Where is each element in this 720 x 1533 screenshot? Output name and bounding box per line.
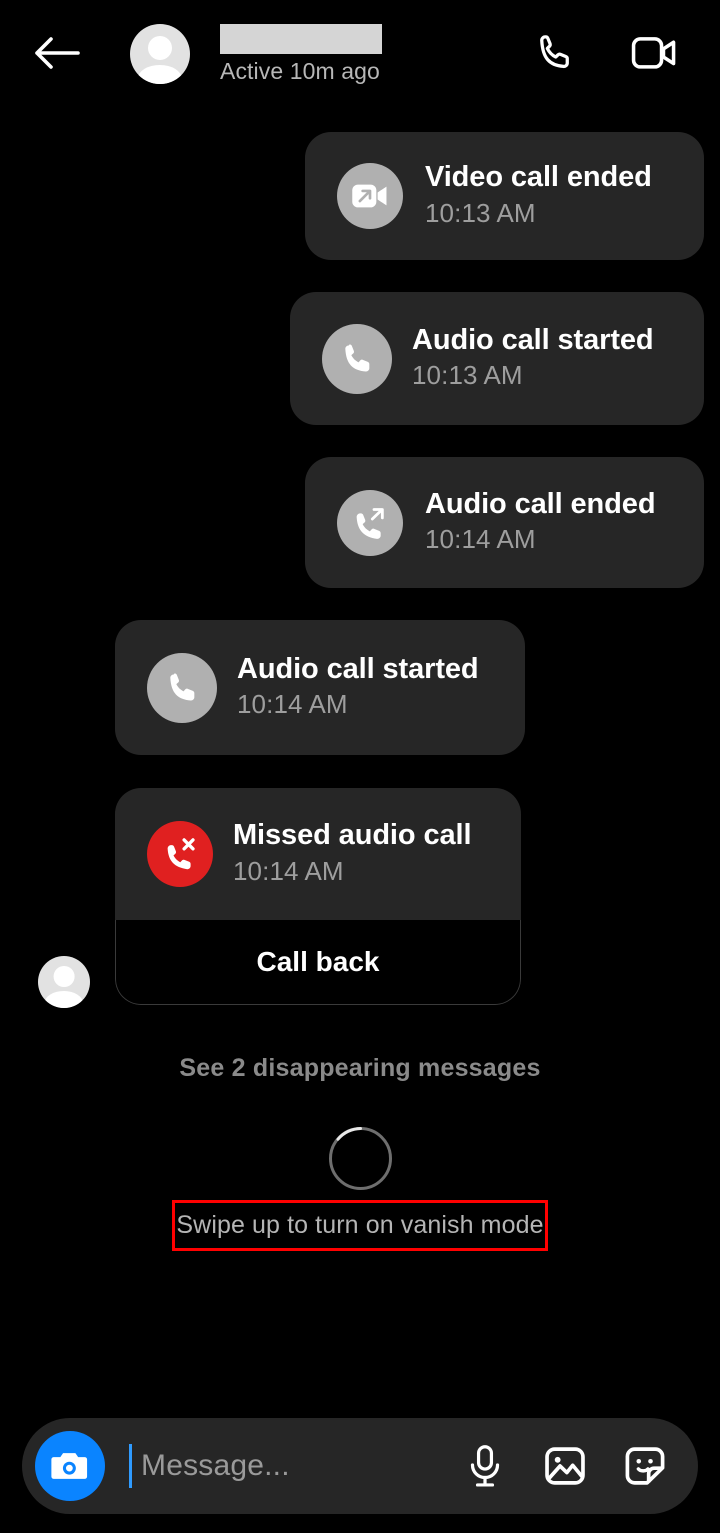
sticker-icon (625, 1447, 665, 1485)
see-disappearing-messages-link[interactable]: See 2 disappearing messages (0, 1054, 720, 1083)
avatar[interactable] (130, 24, 190, 84)
message-time: 10:14 AM (237, 689, 348, 720)
phone-icon (322, 323, 392, 394)
message-time: 10:14 AM (425, 524, 536, 555)
phone-outgoing-icon (337, 489, 403, 556)
message-title: Video call ended (425, 161, 652, 194)
message-time: 10:14 AM (233, 855, 344, 886)
microphone-button[interactable] (458, 1439, 512, 1493)
text-caret (129, 1444, 132, 1488)
message-bubble-audio-call-ended[interactable]: Audio call ended 10:14 AM (305, 457, 704, 588)
phone-icon (147, 652, 217, 723)
phone-icon (540, 35, 569, 69)
message-title: Audio call started (237, 652, 479, 685)
avatar-body (44, 991, 84, 1008)
back-button[interactable] (28, 26, 86, 80)
call-back-label: Call back (256, 946, 380, 977)
camera-button[interactable] (35, 1431, 105, 1501)
message-composer: Message... (22, 1418, 698, 1514)
message-bubble-audio-call-started-1[interactable]: Audio call started 10:13 AM (290, 292, 704, 425)
message-input[interactable]: Message... (129, 1438, 458, 1494)
message-text: Audio call started 10:14 AM (237, 653, 479, 722)
message-bubble-audio-call-started-2[interactable]: Audio call started 10:14 AM (115, 620, 525, 755)
audio-call-button[interactable] (528, 26, 582, 80)
avatar-head (53, 966, 75, 988)
call-back-button[interactable]: Call back (115, 920, 521, 1005)
vanish-mode-hint-highlight: Swipe up to turn on vanish mode (172, 1200, 548, 1251)
camera-icon (51, 1453, 88, 1479)
message-time: 10:13 AM (425, 197, 536, 228)
message-title: Missed audio call (233, 819, 472, 852)
message-sender-avatar (38, 956, 90, 1008)
gallery-button[interactable] (538, 1439, 592, 1493)
message-bubble-video-call-ended[interactable]: Video call ended 10:13 AM (305, 132, 704, 260)
video-call-button[interactable] (628, 26, 682, 80)
message-text: Video call ended 10:13 AM (425, 161, 652, 230)
missed-call-row: Missed audio call 10:14 AM (115, 788, 521, 920)
sticker-button[interactable] (618, 1439, 672, 1493)
microphone-icon (470, 1445, 500, 1487)
contact-status: Active 10m ago (220, 58, 380, 84)
message-title: Audio call ended (425, 487, 656, 520)
image-icon (545, 1447, 585, 1485)
avatar-body (137, 64, 183, 84)
video-call-outgoing-icon (337, 163, 403, 229)
message-title: Audio call started (412, 323, 654, 356)
message-text: Audio call ended 10:14 AM (425, 487, 656, 557)
vanish-mode-ring-icon (328, 1126, 393, 1191)
phone-missed-icon (147, 821, 213, 887)
message-placeholder: Message... (141, 1449, 290, 1482)
messenger-chat-screen: Active 10m ago Video call ended 10:13 AM (0, 0, 720, 1533)
video-camera-icon (631, 37, 676, 69)
contact-name-redacted[interactable] (220, 24, 382, 54)
message-bubble-missed-audio-call[interactable]: Missed audio call 10:14 AM Call back (115, 788, 521, 1005)
vanish-mode-hint-text: Swipe up to turn on vanish mode (176, 1211, 544, 1239)
back-arrow-icon (35, 37, 80, 69)
avatar-head (148, 36, 172, 60)
chat-header: Active 10m ago (0, 0, 720, 105)
message-time: 10:13 AM (412, 360, 523, 391)
message-text: Audio call started 10:13 AM (412, 324, 654, 393)
message-text: Missed audio call 10:14 AM (233, 819, 472, 888)
